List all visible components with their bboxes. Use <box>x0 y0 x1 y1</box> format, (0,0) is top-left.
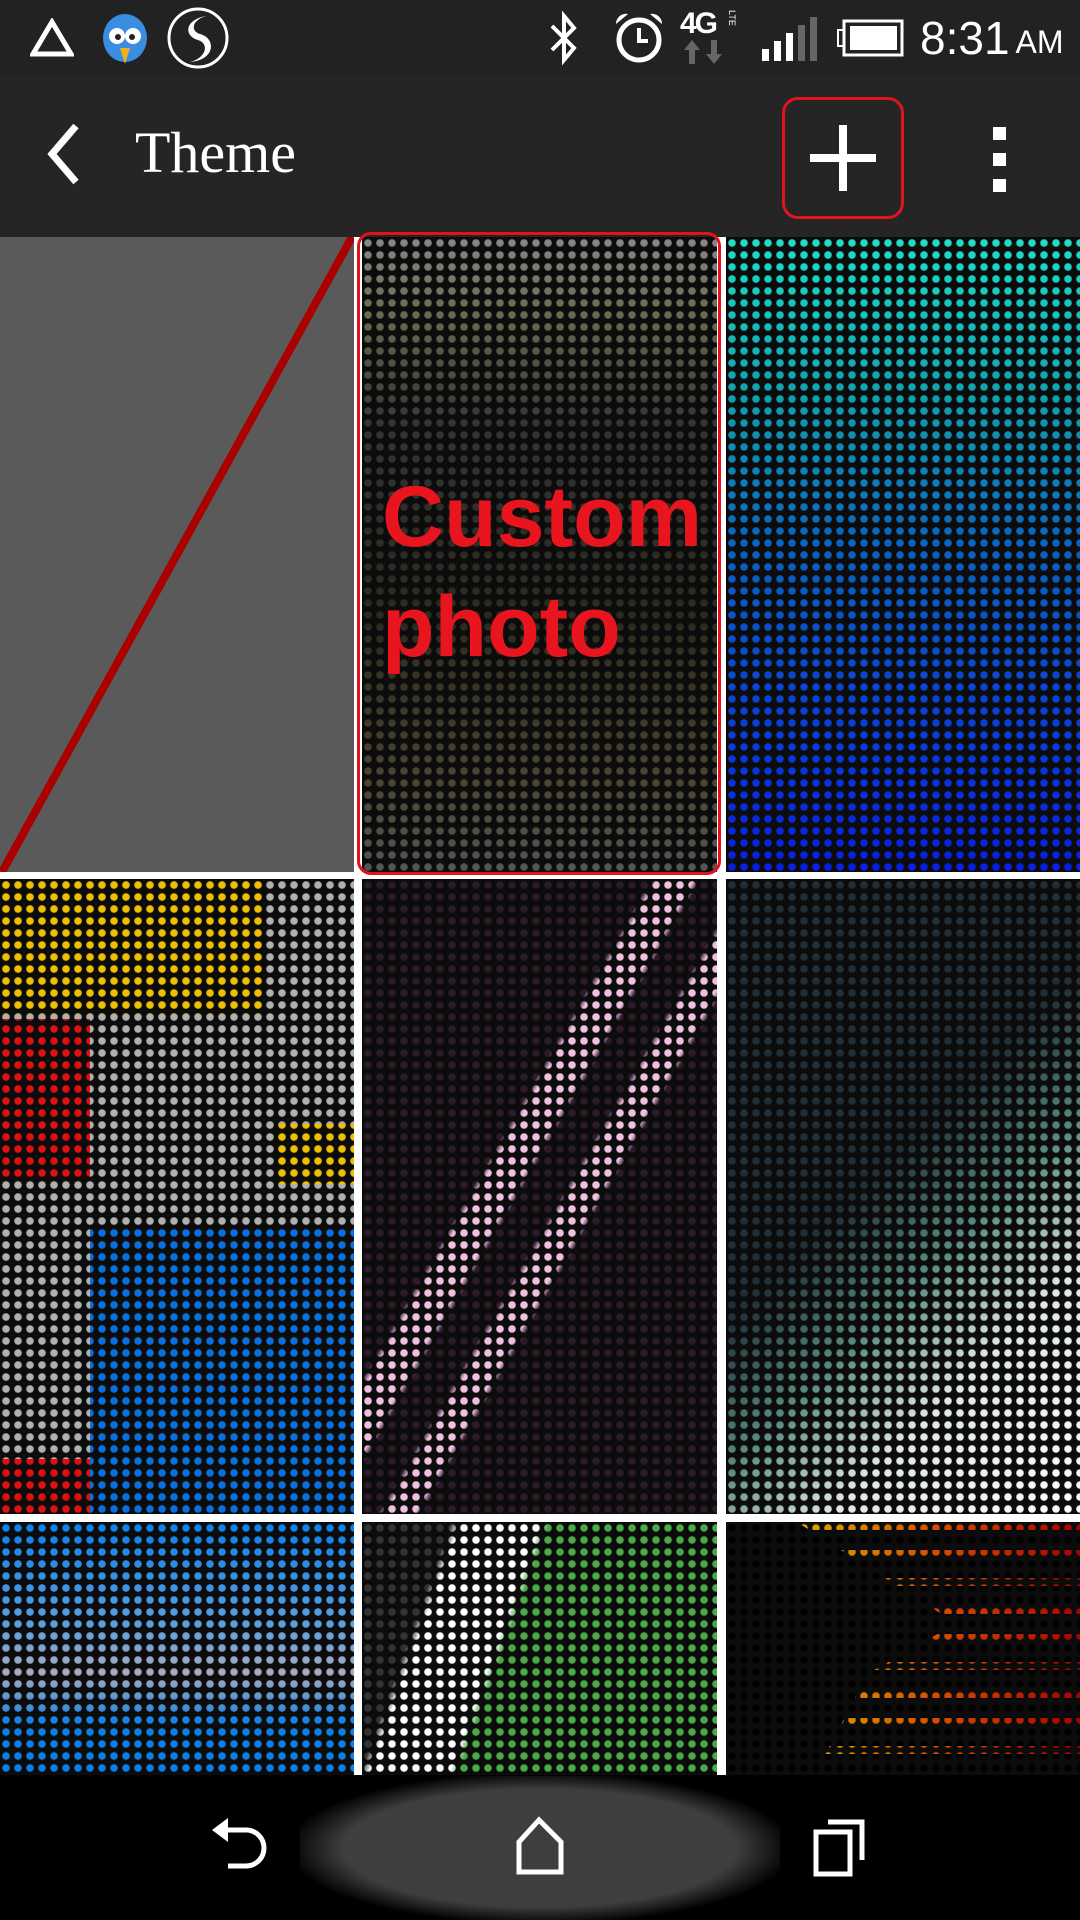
theme-tile-blue-gray[interactable] <box>0 1522 354 1775</box>
data-arrows-icon <box>684 39 722 64</box>
back-button[interactable] <box>40 120 100 190</box>
alarm-icon <box>610 0 668 75</box>
status-bar: 4G LTE 8:31 AM <box>0 0 1080 75</box>
swype-icon <box>166 0 230 75</box>
chevron-left-icon <box>47 123 79 185</box>
network-indicator: 4G LTE <box>680 0 746 75</box>
nav-recent-apps-button[interactable] <box>808 1816 878 1886</box>
back-icon <box>212 1818 267 1869</box>
nav-home-button[interactable] <box>505 1816 575 1886</box>
clock: 8:31 AM <box>920 0 1064 75</box>
theme-tile-mondrian[interactable] <box>0 879 354 1514</box>
battery-icon <box>836 0 906 75</box>
theme-tile-custom-photo[interactable]: Custom photo <box>362 237 717 872</box>
theme-tile-green-white[interactable] <box>362 1522 717 1775</box>
home-icon <box>516 1816 564 1875</box>
plus-icon <box>810 125 876 191</box>
bird-app-icon <box>98 0 152 75</box>
theme-tile-gray-red-line[interactable] <box>0 237 354 872</box>
clock-ampm: AM <box>1015 24 1064 60</box>
theme-tile-pink-stripes[interactable] <box>362 879 717 1514</box>
network-sub: LTE <box>727 9 738 26</box>
theme-tile-teal-mountain[interactable] <box>726 879 1080 1514</box>
action-bar: Theme <box>0 75 1080 237</box>
recent-apps-icon <box>813 1819 865 1877</box>
bluetooth-icon <box>546 0 582 75</box>
theme-tile-cyan-blue[interactable] <box>726 237 1080 872</box>
add-theme-button[interactable] <box>782 97 904 219</box>
warning-triangle-icon <box>30 0 74 75</box>
page-title: Theme <box>135 120 297 185</box>
navigation-bar <box>0 1776 1080 1920</box>
theme-tile-orange-red-bars[interactable] <box>726 1522 1080 1775</box>
custom-photo-label: Custom photo <box>382 469 703 675</box>
more-options-button[interactable] <box>990 125 1010 195</box>
nav-back-button[interactable] <box>206 1816 276 1886</box>
clock-time: 8:31 <box>920 11 1010 64</box>
network-type: 4G <box>680 6 718 40</box>
more-vertical-icon <box>993 127 1006 192</box>
theme-grid: Custom photo <box>0 237 1080 1775</box>
signal-icon <box>760 0 820 75</box>
